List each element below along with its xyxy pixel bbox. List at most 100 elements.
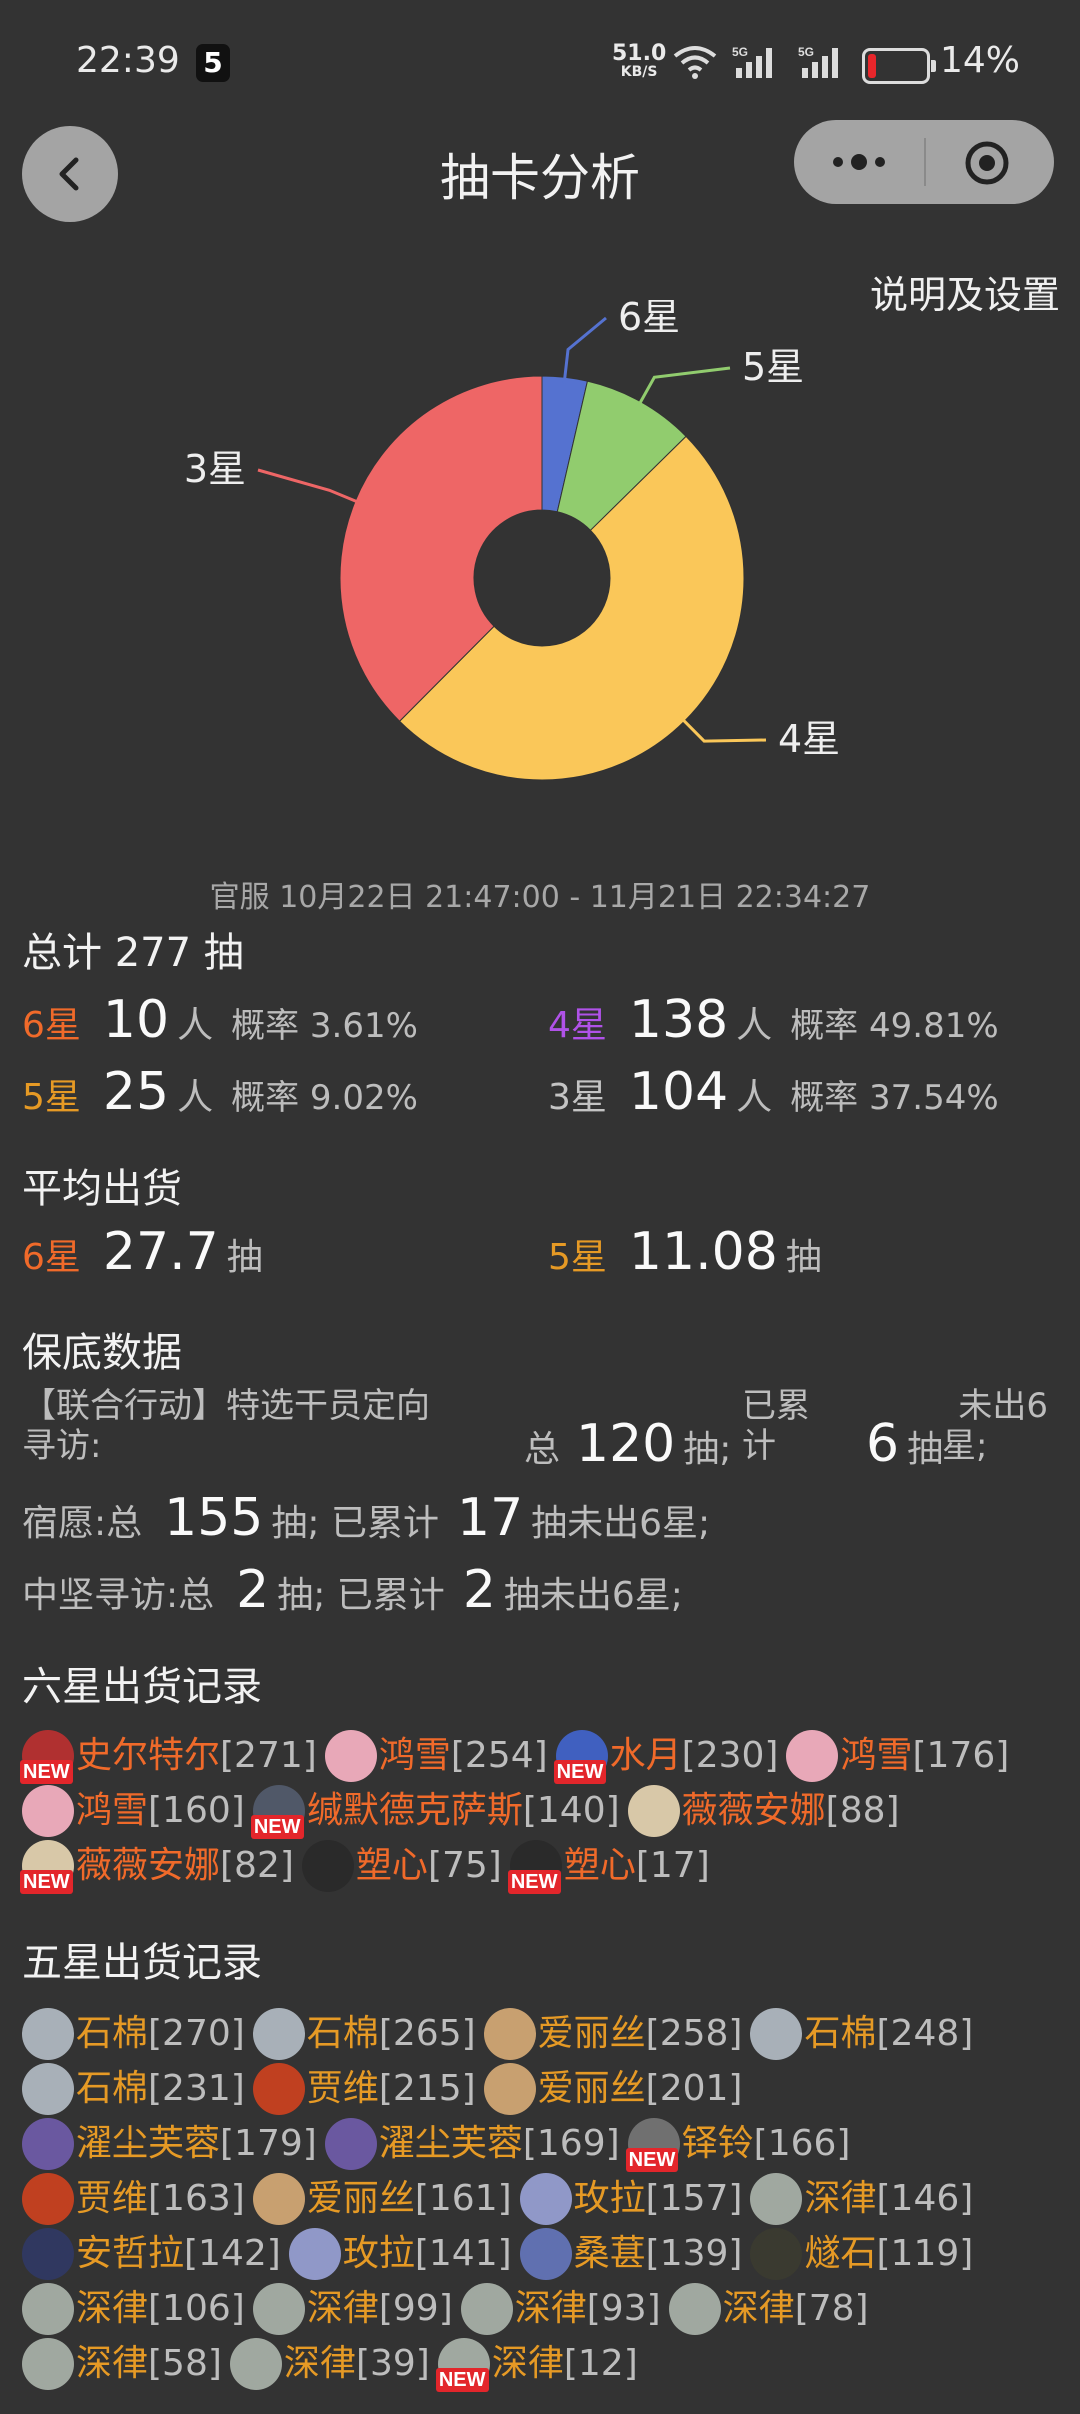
operator-name: 燧石 xyxy=(804,2233,877,2274)
record-item[interactable]: 石棉 [270] xyxy=(22,2006,245,2061)
operator-name: 玫拉 xyxy=(573,2178,646,2219)
operator-avatar xyxy=(22,2062,74,2115)
record-item[interactable]: 濯尘芙蓉 [169] xyxy=(324,2116,620,2171)
pity-banner3-acc: 2 xyxy=(462,1560,496,1620)
record-item[interactable]: 深律 [39] xyxy=(229,2336,430,2391)
record-item[interactable]: 石棉 [265] xyxy=(252,2006,476,2061)
pull-count: [93] xyxy=(586,2288,661,2329)
record-line: NEW 薇薇安娜 [82] 塑心 [75] NEW 塑心 [17] xyxy=(20,1838,718,1908)
pull-count: [248] xyxy=(876,2013,974,2054)
operator-avatar xyxy=(22,2007,74,2060)
pity-banner2-total: 155 xyxy=(164,1488,264,1548)
record-item[interactable]: 濯尘芙蓉 [179] xyxy=(22,2116,317,2171)
average-unit: 抽 xyxy=(226,1237,263,1278)
stat-four-star: 4星 138 人 概率 49.81% xyxy=(548,990,1007,1050)
operator-name: 石棉 xyxy=(76,2013,149,2054)
record-item[interactable]: 深律 [93] xyxy=(460,2281,661,2336)
pie-label-3: 3星 xyxy=(184,447,246,491)
average-heading: 平均出货 xyxy=(22,1166,182,1212)
operator-avatar: NEW xyxy=(625,2117,680,2172)
record-item[interactable]: 深律 [106] xyxy=(22,2281,245,2336)
operator-name: 石棉 xyxy=(804,2013,877,2054)
new-badge: NEW xyxy=(625,2147,679,2172)
operator-avatar: NEW xyxy=(435,2337,490,2392)
stat-unit: 人 xyxy=(177,1077,214,1118)
stat-three-star: 3星 104 人 概率 37.54% xyxy=(548,1062,1007,1122)
record-item[interactable]: 爱丽丝 [258] xyxy=(483,2006,742,2061)
record-item[interactable]: 深律 [99] xyxy=(252,2281,453,2336)
operator-name: 安哲拉 xyxy=(76,2233,185,2274)
record-item[interactable]: 石棉 [231] xyxy=(22,2061,245,2116)
pie-leader-line-1 xyxy=(636,366,731,408)
pie-label-1: 5星 xyxy=(742,345,804,389)
operator-name: 深律 xyxy=(76,2288,149,2329)
record-item[interactable]: 深律 [78] xyxy=(668,2281,869,2336)
record-item[interactable]: NEW 深律 [12] xyxy=(435,2336,638,2392)
operator-name: 塑心 xyxy=(355,1845,428,1886)
operator-avatar xyxy=(301,1839,354,1892)
record-item[interactable]: 深律 [58] xyxy=(22,2336,222,2391)
record-item[interactable]: 桑葚 [139] xyxy=(519,2226,742,2281)
network-speed: 51.0 KB/S xyxy=(612,41,667,81)
operator-avatar xyxy=(229,2337,282,2390)
pity-banner2-name: 宿愿:总 xyxy=(22,1503,143,1544)
record-item[interactable]: NEW 塑心 [17] xyxy=(507,1838,710,1894)
stat-rate: 概率 3.61% xyxy=(231,1006,418,1046)
pull-count: [58] xyxy=(148,2343,222,2384)
record-item[interactable]: 贾维 [215] xyxy=(252,2061,476,2116)
record-item[interactable]: 安哲拉 [142] xyxy=(22,2226,281,2281)
operator-name: 深律 xyxy=(283,2343,356,2384)
record-item[interactable]: 塑心 [75] xyxy=(301,1838,502,1893)
record-item[interactable]: NEW 铎铃 [166] xyxy=(625,2116,851,2172)
pity-total-unit: 抽; xyxy=(683,1429,732,1470)
operator-avatar xyxy=(483,2007,536,2060)
record-item[interactable]: 鸿雪 [254] xyxy=(324,1728,548,1783)
pull-distribution-donut-chart: 6星 5星 4星 3星 xyxy=(184,300,840,781)
record-item[interactable]: 深律 [146] xyxy=(750,2171,973,2226)
record-item[interactable]: 玫拉 [141] xyxy=(288,2226,512,2281)
pie-leader-line-3 xyxy=(257,468,362,505)
record-item[interactable]: 爱丽丝 [161] xyxy=(252,2171,512,2226)
operator-avatar xyxy=(252,2062,305,2115)
stat-count: 10 xyxy=(102,990,170,1050)
operator-avatar xyxy=(22,2172,74,2225)
record-item[interactable]: 爱丽丝 [201] xyxy=(483,2061,742,2116)
record-item[interactable]: NEW 史尔特尔 [271] xyxy=(20,1728,317,1784)
pull-count: [176] xyxy=(912,1735,1010,1776)
pity-banner1-acc: 6 抽 xyxy=(866,1414,951,1474)
stat-count: 138 xyxy=(628,990,729,1050)
operator-name: 深律 xyxy=(76,2343,149,2384)
record-item[interactable]: NEW 水月 [230] xyxy=(553,1728,778,1784)
close-miniapp-icon[interactable] xyxy=(964,140,1010,186)
record-item[interactable]: 石棉 [248] xyxy=(750,2006,973,2061)
record-item[interactable]: 玫拉 [157] xyxy=(519,2171,742,2226)
operator-name: 缄默德克萨斯 xyxy=(306,1790,523,1831)
record-item[interactable]: NEW 薇薇安娜 [82] xyxy=(20,1838,294,1894)
pull-count: [163] xyxy=(148,2178,245,2219)
cellular-signal-icon-2: 5G xyxy=(798,45,838,78)
stat-star-label: 4星 xyxy=(548,1005,607,1046)
operator-name: 爱丽丝 xyxy=(537,2013,646,2054)
more-icon[interactable] xyxy=(828,146,890,178)
record-item[interactable]: NEW 缄默德克萨斯 [140] xyxy=(250,1783,620,1839)
record-item[interactable]: 鸿雪 [176] xyxy=(786,1728,1009,1783)
pie-leader-line-2 xyxy=(679,715,767,743)
record-item[interactable]: 燧石 [119] xyxy=(750,2226,973,2281)
pull-count: [166] xyxy=(753,2123,851,2164)
stat-star-label: 6星 xyxy=(22,1005,81,1046)
record-item[interactable]: 鸿雪 [160] xyxy=(22,1783,245,1838)
pull-count: [88] xyxy=(825,1790,900,1831)
pull-count: [106] xyxy=(148,2288,245,2329)
pull-count: [119] xyxy=(876,2233,974,2274)
pull-count: [160] xyxy=(148,1790,245,1831)
operator-name: 塑心 xyxy=(563,1845,636,1886)
six-star-heading: 六星出货记录 xyxy=(22,1664,262,1710)
network-speed-value: 51.0 xyxy=(612,41,667,66)
record-item[interactable]: 薇薇安娜 [88] xyxy=(627,1783,900,1838)
operator-name: 水月 xyxy=(609,1735,682,1776)
pull-count: [82] xyxy=(220,1845,294,1886)
operator-name: 石棉 xyxy=(76,2068,149,2109)
miniapp-capsule xyxy=(794,120,1054,204)
average-value: 11.08 xyxy=(628,1222,778,1282)
record-item[interactable]: 贾维 [163] xyxy=(22,2171,245,2226)
